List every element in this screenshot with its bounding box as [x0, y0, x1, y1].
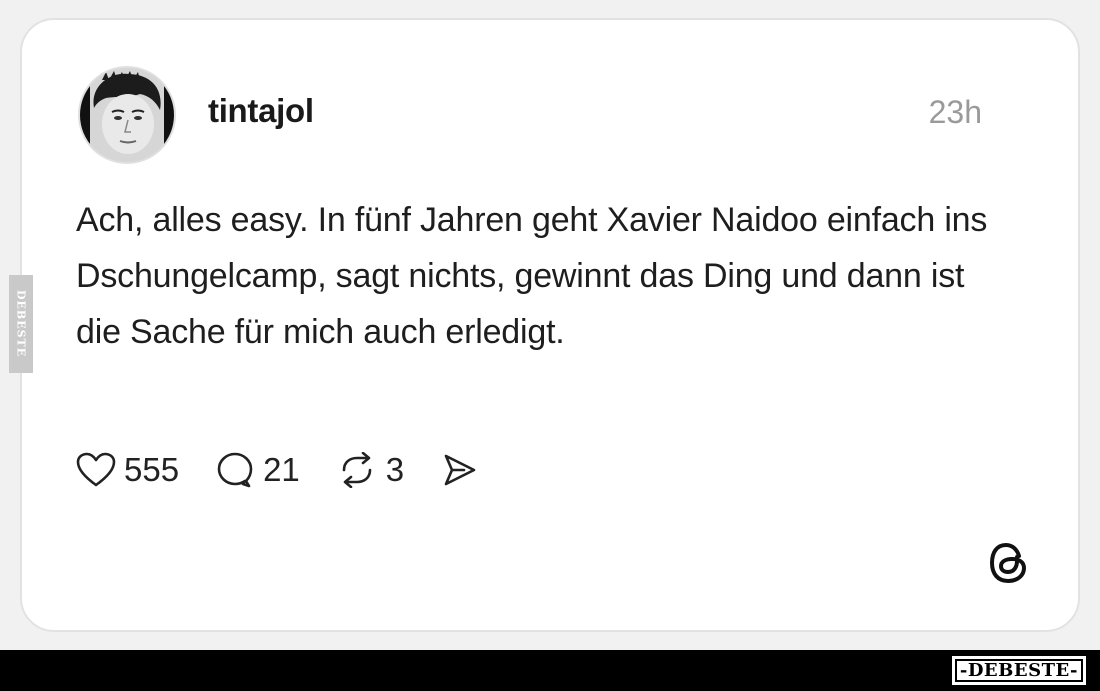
send-icon — [440, 452, 480, 488]
repost-icon — [336, 452, 378, 488]
post-card: tintajol 23h Ach, alles easy. In fünf Ja… — [20, 18, 1080, 632]
threads-logo-icon[interactable] — [986, 540, 1032, 586]
side-watermark: DEBESTE — [9, 275, 33, 373]
comment-count: 21 — [263, 451, 300, 488]
repost-count: 3 — [385, 451, 405, 488]
footer-bar: -DEBESTE- — [0, 650, 1100, 691]
post-text: Ach, alles easy. In fünf Jahren geht Xav… — [76, 201, 988, 351]
heart-icon — [76, 452, 116, 488]
username[interactable]: tintajol — [208, 92, 314, 130]
comment-button[interactable]: 21 — [215, 451, 300, 489]
avatar[interactable] — [78, 66, 176, 164]
repost-button[interactable]: 3 — [336, 451, 404, 489]
footer-watermark: -DEBESTE- — [951, 656, 1086, 685]
post-timestamp: 23h — [928, 94, 982, 130]
share-button[interactable] — [440, 452, 480, 488]
post-actions: 555 21 3 — [76, 450, 516, 490]
speech-bubble-icon — [215, 451, 255, 489]
like-button[interactable]: 555 — [76, 451, 179, 489]
like-count: 555 — [124, 451, 180, 488]
